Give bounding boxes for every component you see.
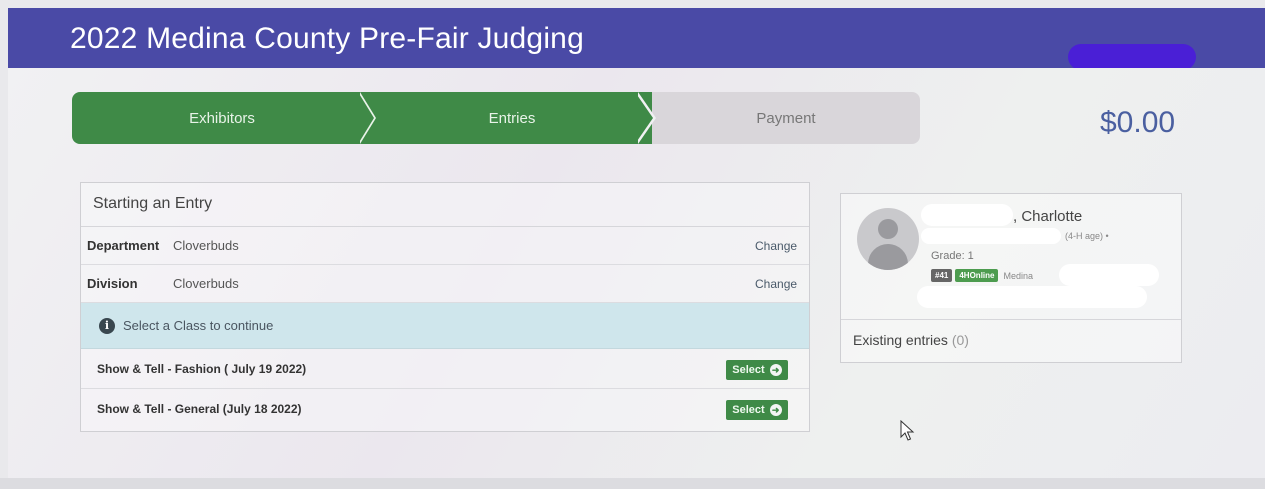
arrow-circle-right-icon: ➜: [769, 364, 782, 376]
step-entries[interactable]: Entries: [372, 92, 652, 144]
division-label: Division: [87, 276, 138, 291]
existing-entries[interactable]: Existing entries (0): [841, 320, 1181, 360]
info-circle-icon: i: [99, 317, 115, 334]
step-separator: [635, 92, 653, 144]
step-exhibitors[interactable]: Exhibitors: [72, 92, 372, 144]
exhibitor-name: , Charlotte: [1013, 208, 1083, 225]
exhibitor-grade: Grade: 1: [931, 250, 974, 262]
step-payment[interactable]: Payment: [652, 92, 920, 144]
4honline-badge: 4HOnline: [955, 269, 999, 282]
member-number-badge: #41: [931, 269, 953, 282]
exhibitor-badges: #41 4HOnline Medina: [931, 269, 1033, 282]
step-exhibitors-label: Exhibitors: [189, 109, 255, 127]
select-class-fashion-button[interactable]: Select ➜: [726, 360, 788, 380]
existing-entries-count: (0): [951, 332, 969, 348]
class-row-fashion: Show & Tell - Fashion ( July 19 2022) Se…: [81, 349, 809, 389]
user-menu-redacted[interactable]: [1068, 44, 1196, 70]
division-value: Cloverbuds: [173, 276, 239, 291]
exhibitor-info: , Charlotte (4-H age) • Grade: 1 #41 4HO…: [841, 194, 1181, 320]
entry-panel: Starting an Entry Department Cloverbuds …: [80, 182, 810, 432]
redacted-address: [917, 286, 1147, 308]
wizard-steps: Exhibitors Entries Payment: [72, 92, 920, 144]
department-label: Department: [87, 238, 160, 253]
division-row: Division Cloverbuds Change: [81, 265, 809, 303]
select-label: Select: [732, 364, 765, 376]
department-value: Cloverbuds: [173, 238, 239, 253]
exhibitor-age: (4-H age) •: [1065, 231, 1109, 241]
select-class-notice: i Select a Class to continue: [81, 303, 809, 349]
redacted-detail: [921, 228, 1061, 244]
select-label: Select: [732, 404, 765, 416]
footer-strip: [0, 478, 1265, 489]
county-text: Medina: [1003, 270, 1034, 281]
redacted-last-name: [921, 204, 1013, 226]
arrow-circle-right-icon: ➜: [769, 404, 782, 416]
class-name: Show & Tell - Fashion ( July 19 2022): [97, 361, 307, 376]
department-row: Department Cloverbuds Change: [81, 227, 809, 265]
user-placeholder-icon: [857, 208, 919, 270]
select-class-general-button[interactable]: Select ➜: [726, 400, 788, 420]
existing-entries-label: Existing entries: [853, 332, 948, 348]
redacted-club: [1059, 264, 1159, 286]
class-name: Show & Tell - General (July 18 2022): [97, 402, 302, 416]
class-row-general: Show & Tell - General (July 18 2022) Sel…: [81, 389, 809, 429]
step-separator: [358, 92, 374, 144]
entry-panel-title: Starting an Entry: [81, 183, 809, 227]
app-header: 2022 Medina County Pre-Fair Judging: [8, 8, 1265, 70]
change-department-link[interactable]: Change: [755, 239, 797, 253]
exhibitor-card: , Charlotte (4-H age) • Grade: 1 #41 4HO…: [840, 193, 1182, 363]
notice-text: Select a Class to continue: [123, 318, 274, 333]
mouse-pointer-icon: [900, 420, 915, 441]
step-entries-label: Entries: [488, 109, 536, 127]
cart-total: $0.00: [1100, 106, 1176, 139]
page-title: 2022 Medina County Pre-Fair Judging: [70, 22, 584, 55]
change-division-link[interactable]: Change: [755, 277, 797, 291]
step-payment-label: Payment: [756, 109, 816, 127]
